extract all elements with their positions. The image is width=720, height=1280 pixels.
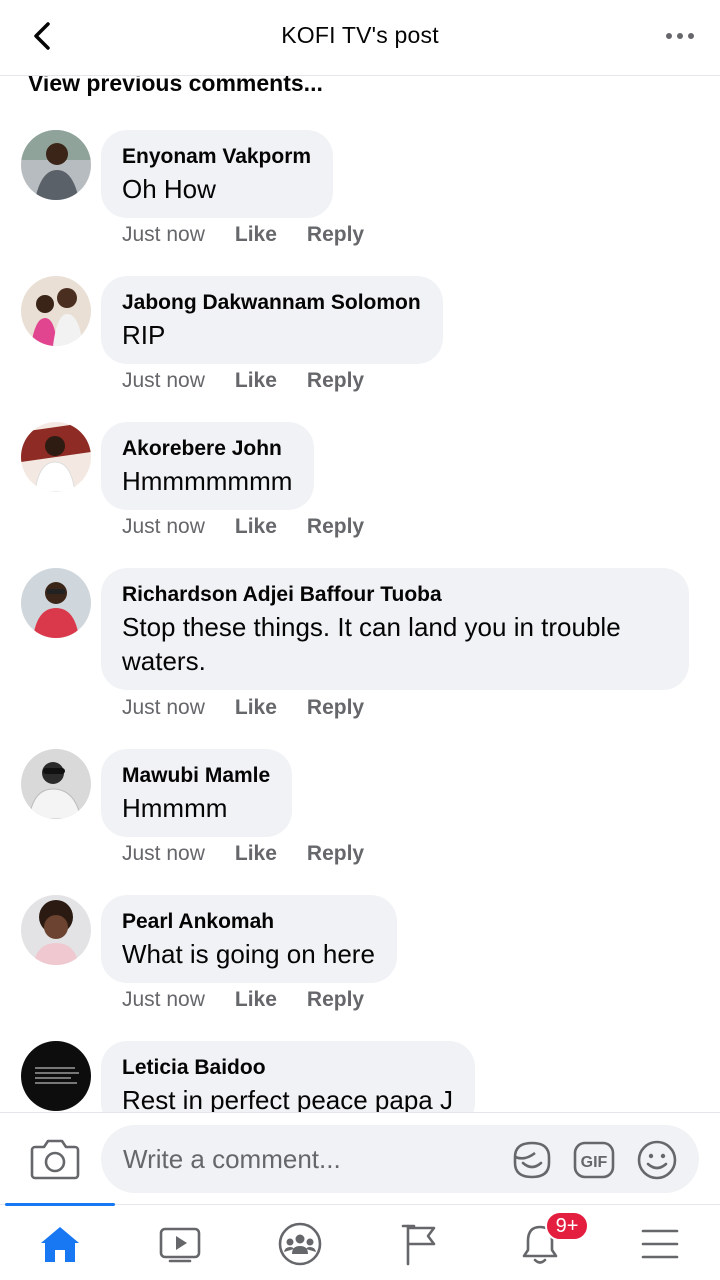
comment-time: Just now — [122, 988, 205, 1011]
reply-button[interactable]: Reply — [307, 988, 364, 1012]
svg-text:GIF: GIF — [581, 1154, 608, 1171]
active-tab-indicator — [5, 1203, 115, 1206]
tab-menu[interactable] — [635, 1219, 685, 1269]
comment-time: Just now — [122, 515, 205, 538]
flag-icon — [401, 1224, 436, 1266]
home-icon — [41, 1227, 79, 1262]
like-button[interactable]: Like — [235, 696, 277, 720]
emoji-icon — [637, 1140, 677, 1180]
tab-watch[interactable] — [155, 1219, 205, 1269]
comment-actions: Just now Like Reply — [122, 223, 364, 247]
comment-text: Hmmmmmmm — [122, 466, 293, 496]
like-button[interactable]: Like — [235, 515, 277, 539]
like-button[interactable]: Like — [235, 223, 277, 247]
commenter-name[interactable]: Akorebere John — [122, 436, 292, 462]
commenter-name[interactable]: Pearl Ankomah — [122, 909, 375, 935]
comment-text: Rest in perfect peace papa J — [122, 1085, 453, 1112]
more-options-button[interactable] — [658, 20, 702, 52]
comment-input[interactable] — [123, 1125, 493, 1193]
comment-bubble[interactable]: Jabong Dakwannam Solomon RIP — [101, 276, 443, 364]
groups-icon — [278, 1222, 322, 1266]
emoji-button[interactable] — [636, 1139, 678, 1181]
more-dot — [666, 33, 672, 39]
commenter-name[interactable]: Leticia Baidoo — [122, 1055, 453, 1081]
comment-text-line: Stop these things. It can land you in tr… — [122, 612, 621, 642]
reply-button[interactable]: Reply — [307, 223, 364, 247]
comment-text: What is going on here — [122, 939, 375, 969]
comment-text-line: waters. — [122, 646, 206, 676]
reply-button[interactable]: Reply — [307, 369, 364, 393]
comment-text: Oh How — [122, 174, 216, 204]
comment-bubble[interactable]: Leticia Baidoo Rest in perfect peace pap… — [101, 1041, 475, 1112]
comment-input-box[interactable]: GIF — [101, 1125, 699, 1193]
comment-time: Just now — [122, 842, 205, 865]
comment-actions: Just now Like Reply — [122, 369, 364, 393]
comment-bubble[interactable]: Richardson Adjei Baffour Tuoba Stop thes… — [101, 568, 689, 690]
bottom-navigation: 9+ — [0, 1203, 720, 1280]
camera-button[interactable] — [30, 1135, 80, 1181]
comments-feed[interactable]: View previous comments... Enyonam Vakpor… — [0, 76, 720, 1112]
avatar[interactable] — [21, 130, 91, 200]
reply-button[interactable]: Reply — [307, 842, 364, 866]
commenter-name[interactable]: Mawubi Mamle — [122, 763, 270, 789]
sticker-icon — [513, 1141, 551, 1179]
view-previous-comments-link[interactable]: View previous comments... — [28, 76, 323, 97]
video-icon — [159, 1227, 201, 1263]
comment-text: Hmmmm — [122, 793, 228, 823]
comment-actions: Just now Like Reply — [122, 696, 364, 720]
camera-icon — [30, 1139, 80, 1180]
like-button[interactable]: Like — [235, 369, 277, 393]
gif-icon: GIF — [573, 1141, 615, 1179]
comment-actions: Just now Like Reply — [122, 515, 364, 539]
avatar[interactable] — [21, 749, 91, 819]
comment-bubble[interactable]: Enyonam Vakporm Oh How — [101, 130, 334, 218]
gif-button[interactable]: GIF — [573, 1139, 615, 1181]
reply-button[interactable]: Reply — [307, 515, 364, 539]
like-button[interactable]: Like — [235, 842, 277, 866]
comment-bubble[interactable]: Mawubi Mamle Hmmmm — [101, 749, 293, 837]
more-dot — [677, 33, 683, 39]
menu-icon — [641, 1229, 679, 1259]
avatar[interactable] — [21, 276, 91, 346]
comment-time: Just now — [122, 223, 205, 246]
comment-actions: Just now Like Reply — [122, 988, 364, 1012]
commenter-name[interactable]: Jabong Dakwannam Solomon — [122, 290, 421, 316]
avatar[interactable] — [21, 1041, 91, 1111]
sticker-button[interactable] — [511, 1139, 553, 1181]
comment-bubble[interactable]: Pearl Ankomah What is going on here — [101, 895, 397, 983]
page-title: KOFI TV's post — [281, 22, 439, 48]
comment-bubble[interactable]: Akorebere John Hmmmmmmm — [101, 422, 315, 510]
reply-button[interactable]: Reply — [307, 696, 364, 720]
like-button[interactable]: Like — [235, 988, 277, 1012]
comment-composer: GIF — [0, 1112, 720, 1204]
comment-time: Just now — [122, 696, 205, 719]
avatar[interactable] — [21, 422, 91, 492]
tab-groups[interactable] — [275, 1219, 325, 1269]
commenter-name[interactable]: Richardson Adjei Baffour Tuoba — [122, 582, 667, 608]
avatar[interactable] — [21, 568, 91, 638]
top-bar: KOFI TV's post — [0, 0, 720, 76]
avatar[interactable] — [21, 895, 91, 965]
commenter-name[interactable]: Enyonam Vakporm — [122, 144, 311, 170]
tab-pages[interactable] — [395, 1219, 445, 1269]
comment-actions: Just now Like Reply — [122, 842, 364, 866]
comment-text: RIP — [122, 320, 166, 350]
more-dot — [688, 33, 694, 39]
tab-home[interactable] — [35, 1219, 85, 1269]
notification-badge: 9+ — [545, 1211, 589, 1241]
comment-time: Just now — [122, 369, 205, 392]
